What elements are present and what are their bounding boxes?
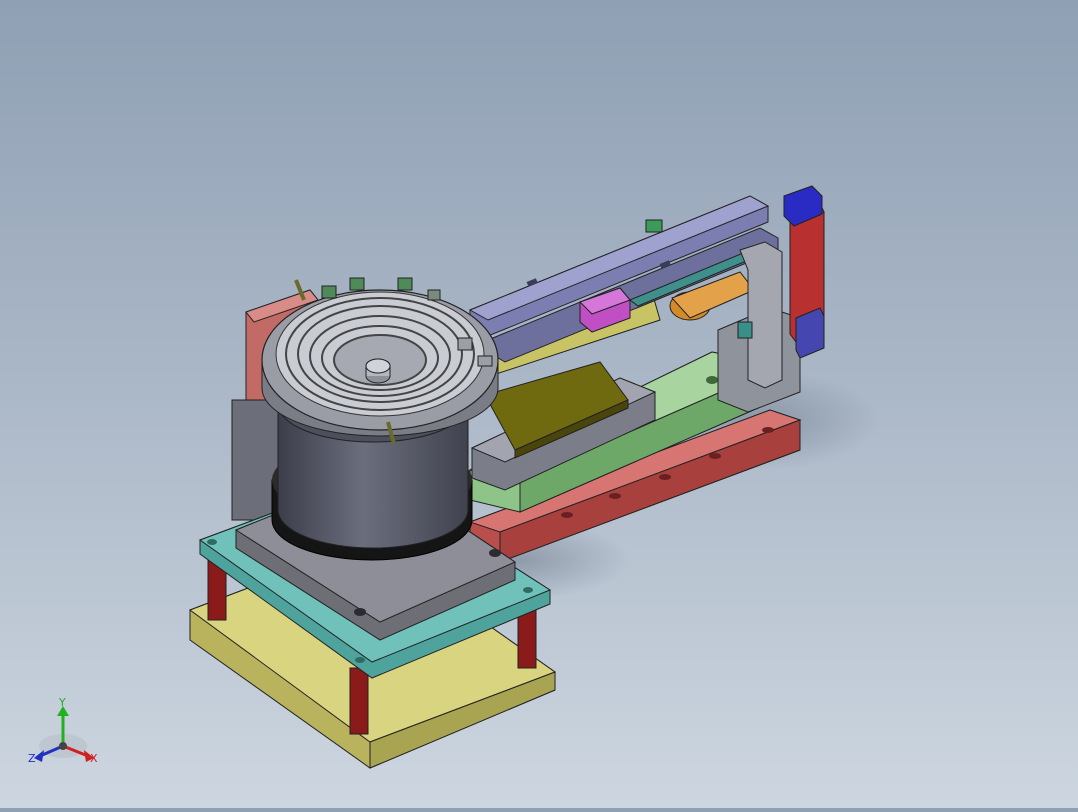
- feeder-bowl: [261, 289, 499, 437]
- axis-x-label: X: [90, 752, 98, 765]
- assembly-view: [34, 185, 880, 769]
- cad-viewport[interactable]: [0, 0, 1078, 808]
- axis-triad: [34, 706, 94, 762]
- axis-z-label: Z: [28, 752, 36, 765]
- axis-y-label: Y: [59, 696, 66, 709]
